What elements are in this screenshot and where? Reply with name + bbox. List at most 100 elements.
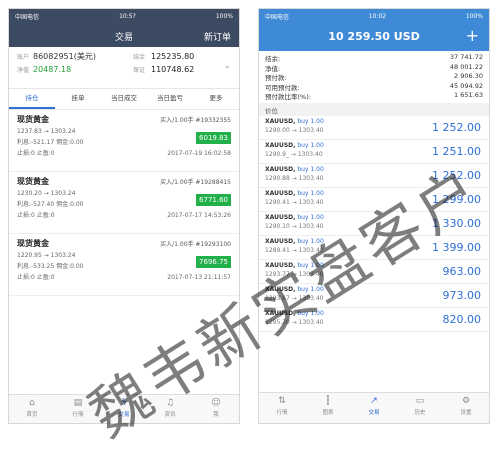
open-time: 2017-07-13 21:11:57 [167, 274, 231, 281]
home-icon: ⌂ [29, 398, 35, 408]
position-row[interactable]: 现货黄金 买入/1.00手 #19288415 1230.20 → 1303.2… [9, 172, 239, 234]
bottom-tab-trade[interactable]: ϟ 交易 [101, 395, 147, 423]
open-time: 2017-07-19 16:02:58 [167, 150, 231, 157]
equity-label: 净值 [17, 67, 30, 74]
bottom-tab-label: 首页 [26, 412, 38, 418]
balance-value: 125235.80 [151, 52, 195, 61]
bottom-tab-quotes[interactable]: ⇅ 行情 [259, 393, 305, 423]
bottom-tab-label: 行情 [72, 412, 84, 418]
trade-row[interactable]: XAUUSD, buy 1.00 1290.41 → 1303.40 1 299.0… [259, 188, 489, 212]
gear-icon: ⚙ [461, 396, 471, 406]
profit-badge: 7696.75 [196, 256, 231, 268]
status-bar: 中国电信 10:02 100% [259, 9, 489, 23]
trade-profit: 820.00 [442, 312, 482, 326]
bottom-tab-quotes[interactable]: ▤ 行情 [55, 395, 101, 423]
new-order-button[interactable]: 新订单 [204, 30, 231, 43]
bottom-tab-trade[interactable]: ↗ 交易 [351, 393, 397, 423]
trade-symbol: XAUUSD, [265, 165, 296, 173]
trade-profit: 1 299.00 [432, 192, 481, 206]
bottom-tab-label: 交易 [368, 410, 380, 416]
trade-profit: 1 330.00 [432, 216, 481, 230]
trade-profit: 1 399.00 [432, 240, 481, 254]
account-summary[interactable]: 账户 86082951(美元) 结余 125235.80 净值 20487.18… [9, 47, 239, 89]
summary-value: 2 906.30 [454, 72, 483, 80]
summary-key: 净值: [265, 64, 281, 73]
chevron-down-icon[interactable]: ⌄ [223, 61, 231, 71]
account-summary: 结余: 37 741.72 净值: 48 001.22 预付款: 2 906.30 可… [259, 51, 489, 103]
trade-action: buy 1.00 [297, 261, 324, 269]
bottom-tab-news[interactable]: ♫ 资讯 [147, 395, 193, 423]
trade-action: buy 1.00 [297, 141, 324, 149]
trade-symbol: XAUUSD, [265, 117, 296, 125]
trade-row[interactable]: XAUUSD, buy 1.00 1290.00 → 1303.40 1 252.0… [259, 116, 489, 140]
position-row[interactable]: 现货黄金 买入/1.00手 #19332355 1237.83 → 1303.2… [9, 110, 239, 172]
summary-value: 1 651.63 [454, 91, 483, 99]
balance-label: 结余 [133, 54, 146, 61]
tab-positions[interactable]: 持仓 [9, 89, 55, 109]
trade-symbol: XAUUSD, [265, 213, 296, 221]
trade-row[interactable]: XAUUSD, buy 1.00 1293.67 → 1303.40 973.00 [259, 284, 489, 308]
summary-value: 45 094.92 [449, 81, 483, 90]
order-info: 买入/1.00手 #19293100 [160, 241, 231, 248]
bottom-tab-label: 图表 [322, 410, 334, 416]
clock-label: 10:5? [119, 12, 136, 20]
tab-today-deals[interactable]: 当日成交 [101, 89, 147, 109]
trade-row[interactable]: XAUUSD, buy 1.00 1295.20 → 1303.40 820.00 [259, 308, 489, 332]
summary-key: 结余: [265, 55, 281, 63]
trade-row[interactable]: XAUUSD, buy 1.00 1290.9_ → 1303.40 1 251.0… [259, 140, 489, 164]
profit-badge: 6771.60 [196, 194, 231, 206]
nav-bar: 交易 新订单 [9, 23, 239, 47]
trade-action: buy 1.00 [297, 213, 324, 221]
tab-today-pnl[interactable]: 当日盈亏 [147, 89, 193, 109]
status-bar: 中国电信 10:5? 100% [9, 9, 239, 23]
trade-action: buy 1.00 [297, 285, 324, 293]
bottom-tab-label: 我 [213, 412, 219, 418]
lightning-icon: ϟ [121, 398, 127, 408]
clock-label: 10:02 [368, 12, 387, 20]
trade-profit: 973.00 [442, 288, 482, 302]
nav-bar: 10 259.50 USD + [259, 23, 489, 51]
bottom-tab-label: 历史 [414, 410, 426, 416]
bottom-tab-history[interactable]: ▭ 历史 [397, 393, 443, 423]
trade-symbol: XAUUSD, [265, 141, 296, 149]
trade-row[interactable]: XAUUSD, buy 1.00 1293.77 → 1303.40 963.00 [259, 260, 489, 284]
trade-symbol: XAUUSD, [265, 237, 296, 245]
account-id-label: 账户 [17, 54, 30, 61]
tab-bar: 持仓 挂单 当日成交 当日盈亏 更多 [9, 89, 239, 110]
trade-action: buy 1.00 [297, 189, 324, 197]
summary-value: 37 741.72 [449, 53, 483, 61]
summary-key: 预付款比率(%): [265, 93, 311, 101]
arrows-icon: ⇅ [278, 396, 286, 406]
trade-row[interactable]: XAUUSD, buy 1.00 1289.41 → 1303.40 1 399.0… [259, 236, 489, 260]
margin-value: 110748.62 [151, 65, 195, 74]
bottom-tab-label: 行情 [276, 410, 288, 416]
person-icon: ☺ [211, 398, 221, 408]
bottom-tab-me[interactable]: ☺ 我 [193, 395, 239, 423]
tab-pending[interactable]: 挂单 [55, 89, 101, 109]
tab-more[interactable]: 更多 [193, 89, 239, 109]
bottom-tab-chart[interactable]: ┇ 图表 [305, 393, 351, 423]
position-row[interactable]: 现货黄金 买入/1.00手 #19293100 1220.95 → 1303.2… [9, 234, 239, 296]
trade-profit: 963.00 [442, 264, 482, 278]
trade-row[interactable]: XAUUSD, buy 1.00 1290.10 → 1303.40 1 330.0… [259, 212, 489, 236]
carrier-label: 中国电信 [265, 13, 290, 21]
battery-label: 100% [215, 12, 233, 20]
summary-row: 结余: 37 741.72 [265, 53, 483, 63]
summary-key: 可用预付款: [265, 83, 300, 92]
plus-icon[interactable]: + [466, 26, 479, 45]
summary-key: 预付款: [265, 74, 287, 82]
account-id-value: 86082951(美元) [33, 52, 96, 61]
summary-value: 48 001.22 [449, 62, 483, 71]
carrier-label: 中国电信 [15, 13, 40, 21]
chart-icon: ▤ [73, 398, 83, 408]
bottom-tab-label: 设置 [460, 410, 472, 416]
summary-row: 预付款比率(%): 1 651.63 [265, 91, 483, 101]
bottom-tab-bar: ⌂ 首页 ▤ 行情 ϟ 交易 ♫ 资讯 ☺ 我 [9, 394, 239, 423]
profit-badge: 6019.83 [196, 132, 231, 144]
bottom-tab-home[interactable]: ⌂ 首页 [9, 395, 55, 423]
open-time: 2017-07-17 14:53:26 [167, 212, 231, 219]
equity-value: 20487.18 [33, 65, 72, 74]
section-header: 价位 [259, 102, 489, 116]
trade-row[interactable]: XAUUSD, buy 1.00 1290.88 → 1303.40 1 252.0… [259, 164, 489, 188]
bottom-tab-settings[interactable]: ⚙ 设置 [443, 393, 489, 423]
